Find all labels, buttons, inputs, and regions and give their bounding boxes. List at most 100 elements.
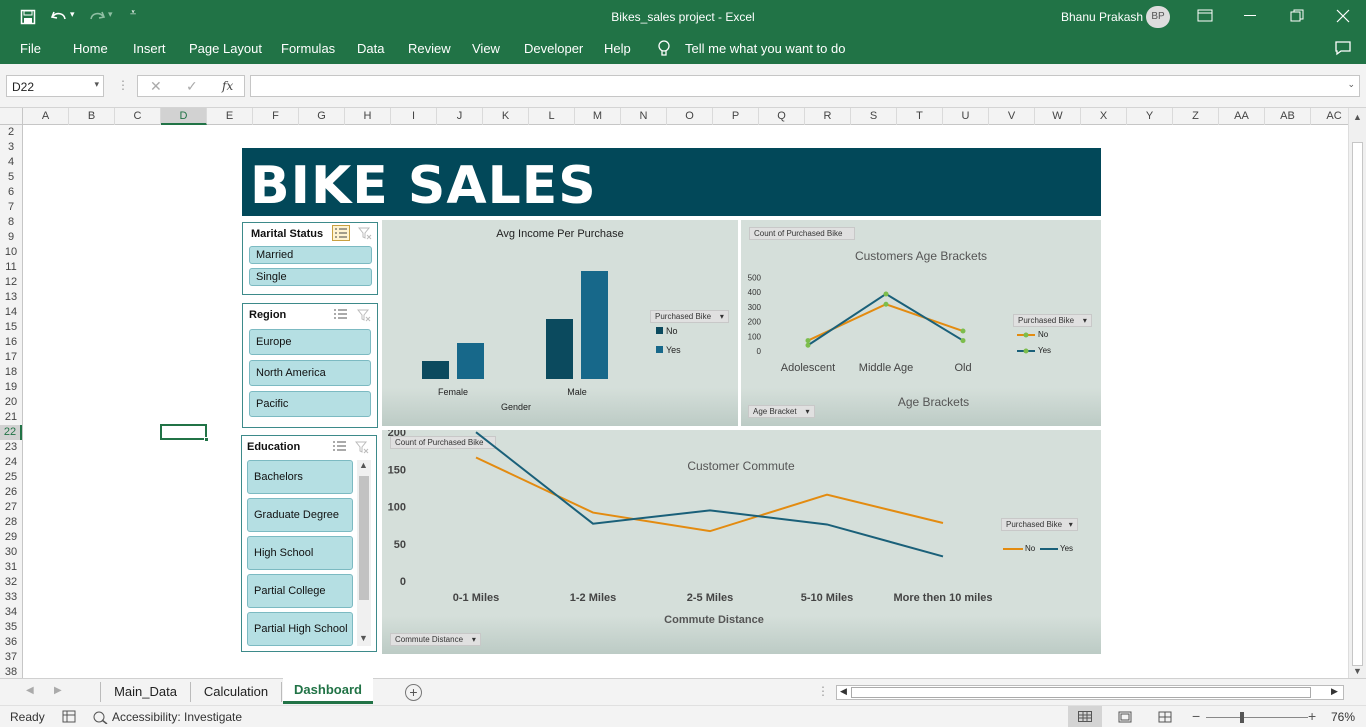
ribbon-display-options-icon[interactable] [1197,9,1213,23]
tab-page-layout[interactable]: Page Layout [189,41,262,56]
multi-select-icon[interactable] [331,439,347,453]
prev-sheet-icon[interactable]: ◀ [26,685,34,696]
column-header-g[interactable]: G [299,108,345,125]
slicer-item-single[interactable]: Single [249,268,372,286]
cell-mode-icon[interactable] [62,710,76,723]
row-header-25[interactable]: 25 [0,470,22,485]
zoom-out-icon[interactable]: − [1192,708,1200,724]
tab-file[interactable]: File [20,41,41,56]
fill-handle[interactable] [204,437,209,442]
row-header-10[interactable]: 10 [0,245,22,260]
close-icon[interactable] [1336,9,1350,23]
row-header-31[interactable]: 31 [0,560,22,575]
tab-help[interactable]: Help [604,41,631,56]
name-box-dropdown-icon[interactable]: ▾ [94,79,99,90]
column-header-w[interactable]: W [1035,108,1081,125]
slicer-item-partial-high-school[interactable]: Partial High School [247,612,353,646]
row-header-8[interactable]: 8 [0,215,22,230]
scroll-right-icon[interactable]: ▶ [1331,686,1338,697]
row-header-18[interactable]: 18 [0,365,22,380]
clear-filter-icon[interactable] [357,308,371,322]
row-header-15[interactable]: 15 [0,320,22,335]
row-header-28[interactable]: 28 [0,515,22,530]
slicer-item-graduate-degree[interactable]: Graduate Degree [247,498,353,532]
tab-view[interactable]: View [472,41,500,56]
clear-filter-icon[interactable] [355,440,369,454]
column-header-t[interactable]: T [897,108,943,125]
slicer-item-bachelors[interactable]: Bachelors [247,460,353,494]
customize-toolbar-icon[interactable]: ⩡ [130,7,136,20]
row-header-16[interactable]: 16 [0,335,22,350]
slicer-item-married[interactable]: Married [249,246,372,264]
row-header-33[interactable]: 33 [0,590,22,605]
tab-data[interactable]: Data [357,41,384,56]
row-header-27[interactable]: 27 [0,500,22,515]
splitter-icon[interactable]: ⋮ [817,684,829,698]
row-header-3[interactable]: 3 [0,140,22,155]
column-header-ab[interactable]: AB [1265,108,1311,125]
sheet-tab-main-data[interactable]: Main_Data [100,682,190,702]
row-header-2[interactable]: 2 [0,125,22,140]
column-header-l[interactable]: L [529,108,575,125]
accessibility-icon[interactable] [92,710,108,724]
column-header-x[interactable]: X [1081,108,1127,125]
row-header-36[interactable]: 36 [0,635,22,650]
tab-insert[interactable]: Insert [133,41,166,56]
name-box[interactable]: D22 ▾ [6,75,104,97]
slicer-item-europe[interactable]: Europe [249,329,371,355]
restore-icon[interactable] [1290,9,1304,23]
slicer-scrollbar[interactable]: ▲ ▼ [357,460,371,646]
scroll-up-icon[interactable]: ▲ [359,460,368,470]
purchased-bike-filter[interactable]: Purchased Bike ▾ [1013,314,1092,327]
enter-icon[interactable]: ✓ [186,78,198,95]
horizontal-scrollbar[interactable]: ◀ ▶ [836,685,1344,700]
tab-developer[interactable]: Developer [524,41,583,56]
row-header-22[interactable]: 22 [0,425,22,440]
column-header-q[interactable]: Q [759,108,805,125]
tab-formulas[interactable]: Formulas [281,41,335,56]
row-header-34[interactable]: 34 [0,605,22,620]
scroll-up-icon[interactable]: ▲ [1353,112,1362,122]
insert-function-icon[interactable]: fx [222,79,233,93]
column-header-j[interactable]: J [437,108,483,125]
column-header-d[interactable]: D [161,108,207,125]
column-header-y[interactable]: Y [1127,108,1173,125]
page-break-view-icon[interactable] [1158,711,1172,723]
user-avatar[interactable]: BP [1146,6,1170,28]
row-header-17[interactable]: 17 [0,350,22,365]
normal-view-button[interactable] [1068,706,1102,727]
row-header-6[interactable]: 6 [0,185,22,200]
add-sheet-icon[interactable]: + [405,684,422,701]
multi-select-icon[interactable] [332,225,350,241]
column-header-v[interactable]: V [989,108,1035,125]
row-header-23[interactable]: 23 [0,440,22,455]
redo-dropdown-icon[interactable]: ▾ [108,9,113,20]
undo-dropdown-icon[interactable]: ▾ [70,9,75,20]
scroll-down-icon[interactable]: ▼ [1353,666,1362,676]
zoom-slider[interactable] [1206,717,1308,718]
expand-formula-icon[interactable]: ⌄ [1347,79,1355,90]
commute-chart-panel[interactable]: Count of Purchased Bike Customer Commute… [382,430,1101,654]
row-header-35[interactable]: 35 [0,620,22,635]
age-chart-panel[interactable]: Count of Purchased Bike Customers Age Br… [741,220,1101,426]
page-layout-view-icon[interactable] [1118,711,1132,723]
tab-review[interactable]: Review [408,41,451,56]
row-header-19[interactable]: 19 [0,380,22,395]
sheet-tab-dashboard[interactable]: Dashboard [283,678,373,704]
column-header-aa[interactable]: AA [1219,108,1265,125]
zoom-in-icon[interactable]: + [1308,708,1316,724]
slicer-scroll-thumb[interactable] [359,476,369,600]
row-header-32[interactable]: 32 [0,575,22,590]
row-header-12[interactable]: 12 [0,275,22,290]
slicer-item-high-school[interactable]: High School [247,536,353,570]
tab-home[interactable]: Home [73,41,108,56]
column-header-s[interactable]: S [851,108,897,125]
row-header-4[interactable]: 4 [0,155,22,170]
column-header-i[interactable]: I [391,108,437,125]
zoom-slider-thumb[interactable] [1240,712,1244,723]
active-cell[interactable] [160,424,207,440]
column-header-o[interactable]: O [667,108,713,125]
scroll-down-icon[interactable]: ▼ [359,633,368,643]
undo-icon[interactable] [50,9,68,25]
row-header-9[interactable]: 9 [0,230,22,245]
